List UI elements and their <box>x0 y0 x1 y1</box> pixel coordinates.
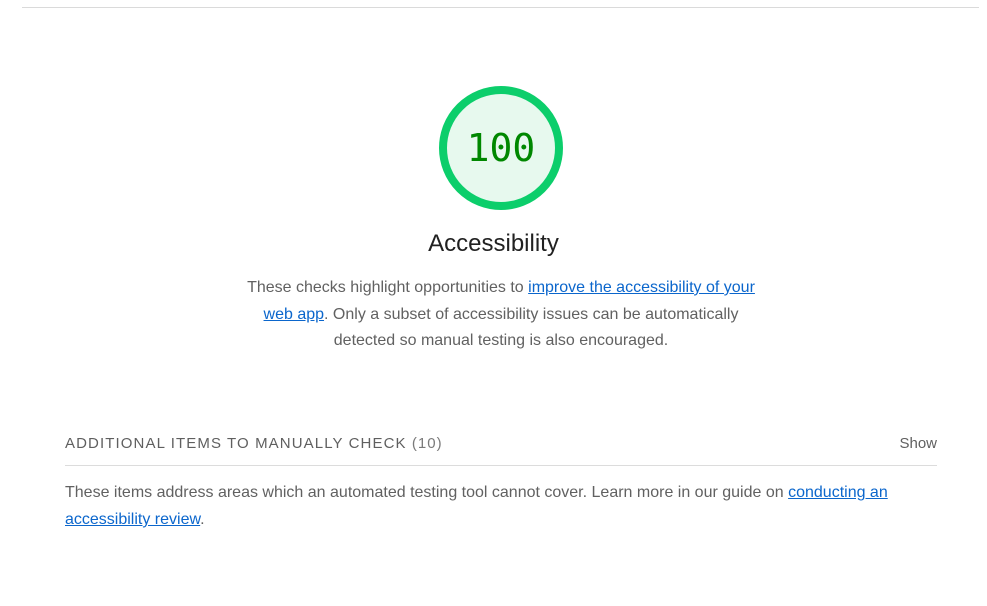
show-toggle-button[interactable]: Show <box>899 435 937 452</box>
manual-checks-description-text-end: . <box>200 511 205 528</box>
manual-checks-title-text: ADDITIONAL ITEMS TO MANUALLY CHECK <box>65 434 407 452</box>
category-description-text-start: These checks highlight opportunities to <box>247 279 529 296</box>
score-value: 100 <box>466 126 536 170</box>
top-divider <box>22 7 979 8</box>
manual-checks-header[interactable]: ADDITIONAL ITEMS TO MANUALLY CHECK (10) … <box>65 430 937 456</box>
score-gauge[interactable]: 100 <box>437 84 565 212</box>
manual-checks-divider <box>65 465 937 466</box>
category-description-text-end: . Only a subset of accessibility issues … <box>324 305 739 350</box>
manual-checks-title: ADDITIONAL ITEMS TO MANUALLY CHECK (10) <box>65 435 443 452</box>
category-title: Accessibility <box>428 230 559 257</box>
lighthouse-report-page: 100 Accessibility These checks highlight… <box>0 0 987 606</box>
category-description: These checks highlight opportunities to … <box>240 275 762 355</box>
manual-checks-count: (10) <box>411 434 443 452</box>
manual-checks-description: These items address areas which an autom… <box>65 479 937 533</box>
manual-checks-description-text-start: These items address areas which an autom… <box>65 484 789 501</box>
